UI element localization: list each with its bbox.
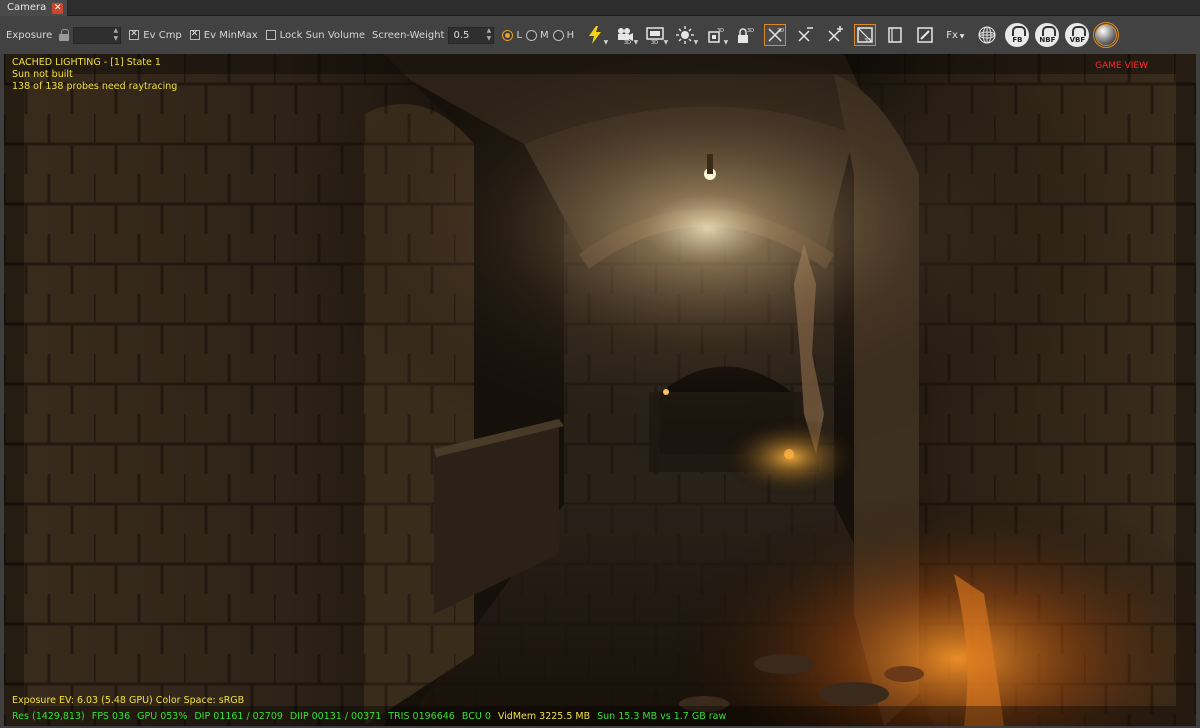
svg-text:3D: 3D <box>747 28 754 34</box>
wireframe-sphere-icon <box>978 26 996 44</box>
quality-radio-h[interactable] <box>552 29 564 41</box>
ev-cmp-checkbox[interactable] <box>129 29 140 40</box>
svg-text:2D: 2D <box>777 28 784 34</box>
lighting-status-line: 138 of 138 probes need raytracing <box>12 81 178 92</box>
collapse-x-icon <box>798 27 814 42</box>
stat-sun: Sun 15.3 MB vs 1.7 GB raw <box>597 711 727 722</box>
lighting-status-line: Sun not built <box>12 69 73 80</box>
fb-button[interactable]: FB <box>1005 23 1030 47</box>
lightning-button[interactable]: ▼ <box>584 24 609 46</box>
material-sphere-icon[interactable] <box>1093 22 1120 48</box>
tab-close-icon[interactable]: ✕ <box>52 2 64 14</box>
game-viewport[interactable]: CACHED LIGHTING - [1] State 1 Sun not bu… <box>4 54 1196 726</box>
camera-3d-button[interactable]: 3D ▼ <box>614 24 639 46</box>
nbf-icon: NBF <box>1039 36 1056 44</box>
tab-strip: Camera ✕ <box>0 0 1200 16</box>
quality-radio-l[interactable] <box>502 29 514 41</box>
svg-text:3D: 3D <box>864 38 871 44</box>
stat-fps: FPS 036 <box>91 711 131 722</box>
view-3d-button[interactable]: 3D <box>854 24 877 46</box>
add-x-button[interactable] <box>824 24 846 46</box>
edit-button[interactable] <box>914 24 936 46</box>
chevron-down-icon: ▼ <box>663 39 669 46</box>
tab-camera[interactable]: Camera ✕ <box>0 0 69 16</box>
stat-bcu: BCU 0 <box>461 711 491 722</box>
quality-label-h: H <box>566 29 575 41</box>
lock-icon[interactable] <box>59 29 70 41</box>
lock-sun-volume-label: Lock Sun Volume <box>279 29 366 41</box>
nbf-button[interactable]: NBF <box>1035 23 1060 47</box>
render-3d-icon: 3D <box>646 27 664 44</box>
chevron-down-icon: ▼ <box>957 32 965 40</box>
chevron-down-icon: ▼ <box>603 39 609 46</box>
stats-bar: Res (1429,813) FPS 036 GPU 053% DIP 0116… <box>12 711 726 723</box>
render-3d-button[interactable]: 3D ▼ <box>644 24 669 46</box>
exposure-spin-arrows[interactable]: ▲ ▼ <box>111 28 120 43</box>
vbf-icon: VBF <box>1069 36 1086 44</box>
tab-camera-label: Camera <box>7 2 47 13</box>
lock-sun-volume-checkbox[interactable] <box>265 30 276 40</box>
chevron-down-icon: ▼ <box>723 39 729 46</box>
stat-diip: DIIP 00131 / 00371 <box>289 711 382 722</box>
chevron-down-icon: ▼ <box>633 39 639 46</box>
sun-icon <box>676 26 695 44</box>
screen-weight-field[interactable]: ▲▼ <box>448 26 495 44</box>
lock-3d-button[interactable]: 3D <box>734 24 756 46</box>
ev-minmax-label: Ev MinMax <box>203 29 258 41</box>
stat-dip: DIP 01161 / 02709 <box>194 711 283 722</box>
lightning-icon <box>589 26 602 44</box>
exposure-label: Exposure <box>6 29 53 41</box>
svg-text:3D: 3D <box>651 40 658 44</box>
exposure-field[interactable]: ▲ ▼ <box>73 26 122 44</box>
frame-icon <box>888 27 902 43</box>
svg-text:3D: 3D <box>717 28 724 34</box>
svg-text:3D: 3D <box>624 40 631 44</box>
lighting-status: CACHED LIGHTING - [1] State 1 Sun not bu… <box>12 57 177 93</box>
dungeon-scene-image <box>4 54 1196 726</box>
quality-label-l: L <box>516 29 523 41</box>
stat-res: Res (1429,813) <box>12 711 85 722</box>
screen-weight-spin-arrows[interactable]: ▲ ▼ <box>484 28 493 43</box>
edit-icon <box>917 27 933 43</box>
camera-window: Camera ✕ Exposure ▲▼ Ev Cmp Ev MinMax Lo… <box>0 0 1200 728</box>
view-3d-icon: 3D <box>857 27 873 44</box>
collapse-x-button[interactable] <box>794 24 816 46</box>
frame-button[interactable] <box>884 24 906 46</box>
chevron-down-icon: ▼ <box>693 39 699 46</box>
ev-cmp-label: Ev Cmp <box>143 29 182 41</box>
collapse-2d-icon: 2D <box>768 28 784 42</box>
screen-weight-label: Screen-Weight <box>372 29 445 41</box>
collapse-2d-button[interactable]: 2D <box>764 24 787 46</box>
stat-gpu: GPU 053% <box>137 711 188 722</box>
quality-label-m: M <box>540 29 549 41</box>
stat-vidmem: VidMem 3225.5 MB <box>497 711 591 722</box>
game-view-label: GAME VIEW <box>1095 61 1148 71</box>
camera-3d-icon: 3D <box>618 28 634 44</box>
box-3d-button[interactable]: 3D ▼ <box>704 24 729 46</box>
box-3d-icon: 3D <box>708 28 724 43</box>
ev-minmax-checkbox[interactable] <box>189 29 200 40</box>
fb-icon: FB <box>1012 36 1023 44</box>
fx-label: Fx <box>946 29 958 41</box>
wireframe-sphere-button[interactable] <box>976 24 998 46</box>
sun-button[interactable]: ▼ <box>674 24 699 46</box>
stat-tris: TRIS 0196646 <box>388 711 455 722</box>
lighting-status-line: CACHED LIGHTING - [1] State 1 <box>12 57 161 68</box>
add-x-icon <box>828 26 844 42</box>
toolbar: Exposure ▲▼ Ev Cmp Ev MinMax Lock Sun Vo… <box>0 16 1200 54</box>
exposure-info: Exposure EV: 6.03 (5.48 GPU) Color Space… <box>12 695 245 706</box>
fx-dropdown[interactable]: Fx ▼ <box>946 30 964 41</box>
vbf-button[interactable]: VBF <box>1065 23 1090 47</box>
lock-3d-icon: 3D <box>738 28 754 43</box>
quality-radio-m[interactable] <box>526 29 538 41</box>
